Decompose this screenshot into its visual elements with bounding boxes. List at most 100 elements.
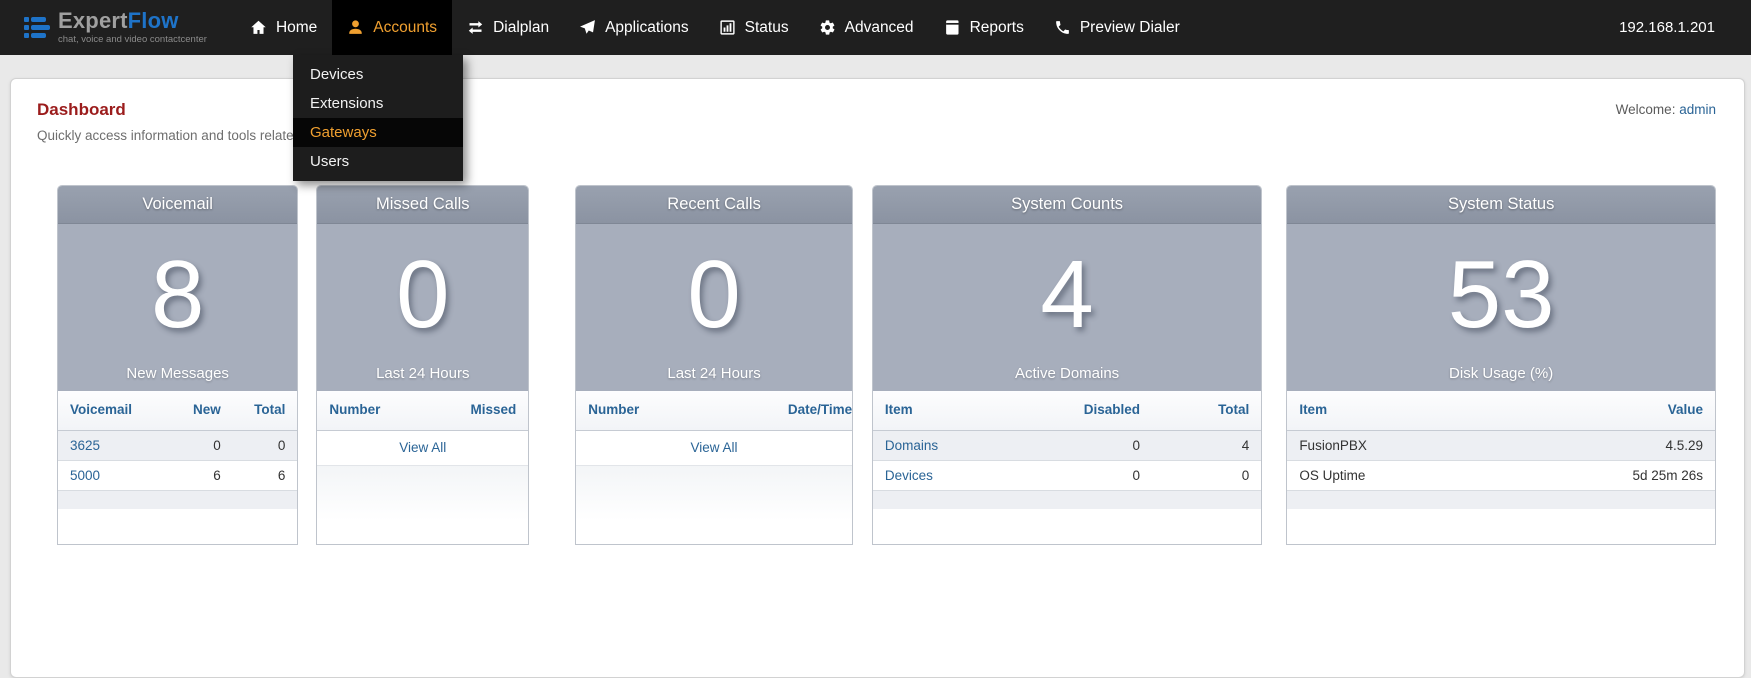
expertflow-logo[interactable]: ExpertFlow chat, voice and video contact…: [24, 0, 207, 55]
table-row: 500066: [58, 461, 297, 491]
metric-label: Active Domains: [1015, 365, 1119, 382]
menu-item-users[interactable]: Users: [293, 147, 463, 176]
cell-value: 0: [181, 438, 221, 453]
row-link[interactable]: 5000: [70, 468, 100, 483]
partial-next-row: [58, 491, 297, 509]
card-table: ItemDisabledTotalDomains04Devices00: [873, 391, 1261, 544]
table-row: Domains 04: [873, 431, 1261, 461]
welcome-label: Welcome:: [1616, 102, 1676, 117]
swap-arrows-icon: [467, 19, 484, 36]
cell-value: 0: [1140, 468, 1249, 483]
cell-value: 4.5.29: [1542, 438, 1703, 453]
card-metric: 8New Messages: [58, 224, 297, 391]
card-system-status: System Status53Disk Usage (%)ItemValueFu…: [1286, 185, 1716, 545]
row-label: 5000: [70, 468, 181, 483]
row-link[interactable]: Domains: [885, 438, 938, 453]
menu-item-gateways[interactable]: Gateways: [293, 118, 463, 147]
column-header: Number: [329, 402, 441, 419]
nav-status[interactable]: Status: [704, 0, 804, 55]
welcome-text: Welcome: admin: [1616, 102, 1716, 117]
row-label: OS Uptime: [1299, 468, 1541, 483]
cell-value: 4: [1140, 438, 1249, 453]
table-row: 3625 00: [58, 431, 297, 461]
row-label: 3625: [70, 438, 181, 453]
card-title: Voicemail: [58, 186, 297, 224]
metric-label: New Messages: [126, 365, 229, 382]
table-header-row: VoicemailNewTotal: [58, 391, 297, 431]
nav-dialplan[interactable]: Dialplan: [452, 0, 564, 55]
column-header: Voicemail: [70, 402, 181, 419]
view-all-link[interactable]: View All: [691, 440, 738, 455]
page-subtitle: Quickly access information and tools rel…: [37, 128, 301, 143]
nav-advanced[interactable]: Advanced: [804, 0, 929, 55]
card-table: NumberMissed View All: [317, 391, 528, 544]
partial-next-row: [873, 491, 1261, 509]
nav-accounts[interactable]: Accounts: [332, 0, 452, 55]
card-metric: 0Last 24 Hours: [576, 224, 852, 391]
card-missed-calls: Missed Calls0Last 24 HoursNumberMissedVi…: [316, 185, 529, 545]
column-header: Disabled: [1074, 402, 1140, 419]
table-empty-area: [576, 466, 852, 544]
table-header-row: NumberMissed: [317, 391, 528, 431]
column-header: Item: [1299, 402, 1541, 419]
accounts-dropdown-menu: Devices Extensions Gateways Users: [293, 55, 463, 181]
logo-title: ExpertFlow: [58, 10, 207, 32]
cell-value: 5d 25m 26s: [1542, 468, 1703, 483]
card-title: Missed Calls: [317, 186, 528, 224]
metric-value: 0: [396, 224, 449, 365]
metric-value: 8: [151, 224, 204, 365]
row-link[interactable]: Devices: [885, 468, 933, 483]
metric-value: 0: [687, 224, 740, 365]
column-header: Item: [885, 402, 1075, 419]
welcome-username-link[interactable]: admin: [1679, 102, 1716, 117]
card-metric: 0Last 24 Hours: [317, 224, 528, 391]
menu-item-devices[interactable]: Devices: [293, 60, 463, 89]
top-navbar: ExpertFlow chat, voice and video contact…: [0, 0, 1751, 55]
nav-home[interactable]: Home: [235, 0, 332, 55]
card-title: System Counts: [873, 186, 1261, 224]
content-panel: Dashboard Quickly access information and…: [10, 78, 1745, 678]
table-header-row: ItemDisabledTotal: [873, 391, 1261, 431]
nav-preview-dialer[interactable]: Preview Dialer: [1039, 0, 1195, 55]
user-icon: [347, 19, 364, 36]
home-icon: [250, 19, 267, 36]
card-table: NumberDate/Time View All: [576, 391, 852, 544]
card-title: System Status: [1287, 186, 1715, 224]
dashboard-cards: Voicemail8New MessagesVoicemailNewTotal3…: [57, 185, 1716, 545]
table-row: OS Uptime5d 25m 26s: [1287, 461, 1715, 491]
metric-label: Disk Usage (%): [1449, 365, 1553, 382]
nav-reports[interactable]: Reports: [929, 0, 1039, 55]
row-link[interactable]: 3625: [70, 438, 100, 453]
logo-tagline: chat, voice and video contactcenter: [58, 34, 207, 45]
table-row: FusionPBX4.5.29: [1287, 431, 1715, 461]
column-header: Value: [1542, 402, 1703, 419]
card-table: ItemValueFusionPBX4.5.29OS Uptime5d 25m …: [1287, 391, 1715, 544]
cell-value: 0: [1074, 438, 1140, 453]
gear-icon: [819, 19, 836, 36]
table-header-row: ItemValue: [1287, 391, 1715, 431]
column-header: New: [181, 402, 221, 419]
row-label: Domains: [885, 438, 1075, 453]
nav-applications[interactable]: Applications: [564, 0, 704, 55]
expertflow-logo-icon: [24, 17, 50, 38]
column-header: Total: [1140, 402, 1249, 419]
table-header-row: NumberDate/Time: [576, 391, 852, 431]
main-navigation: Home Accounts Dialplan Applications Stat…: [235, 0, 1195, 55]
page-header: Dashboard Quickly access information and…: [37, 99, 1716, 143]
column-header: Missed: [441, 402, 516, 419]
view-all-row: View All: [576, 431, 852, 466]
column-header: Date/Time: [788, 402, 840, 419]
server-ip: 192.168.1.201: [1619, 19, 1715, 36]
book-icon: [944, 19, 961, 36]
card-metric: 53Disk Usage (%): [1287, 224, 1715, 391]
cell-value: 0: [221, 438, 286, 453]
card-metric: 4Active Domains: [873, 224, 1261, 391]
view-all-link[interactable]: View All: [399, 440, 446, 455]
partial-next-row: [1287, 491, 1715, 509]
card-table: VoicemailNewTotal362500500066: [58, 391, 297, 544]
menu-item-extensions[interactable]: Extensions: [293, 89, 463, 118]
card-voicemail: Voicemail8New MessagesVoicemailNewTotal3…: [57, 185, 298, 545]
metric-value: 53: [1448, 224, 1555, 365]
cell-value: 6: [181, 468, 221, 483]
column-header: Total: [221, 402, 286, 419]
